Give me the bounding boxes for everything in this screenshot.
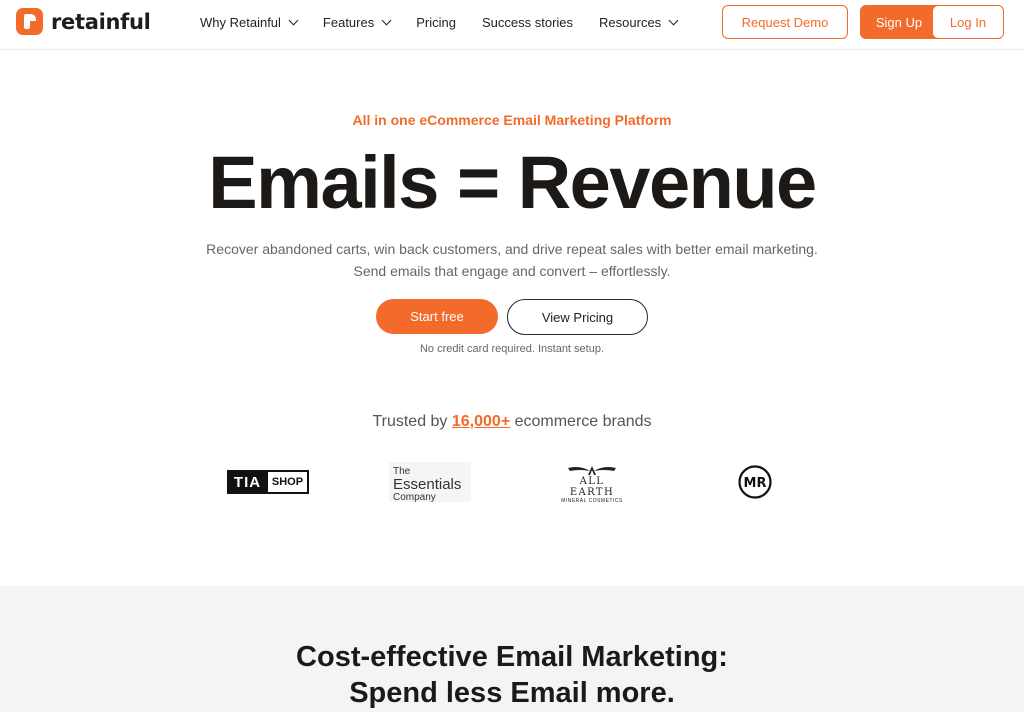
mr-monogram-text: MR	[744, 476, 767, 491]
cost-effective-section: Cost-effective Email Marketing: Spend le…	[0, 586, 1024, 712]
nav-item-label: Resources	[599, 14, 662, 30]
trusted-by-text: Trusted by 16,000+ ecommerce brands	[0, 413, 1024, 431]
hero-eyebrow: All in one eCommerce Email Marketing Pla…	[352, 112, 672, 128]
nav-item-label: Why Retainful	[200, 14, 281, 30]
no-credit-card-note: No credit card required. Instant setup.	[419, 343, 605, 355]
nav-item-resources[interactable]: Resources	[599, 14, 679, 30]
essentials-line-2: Essentials	[393, 476, 462, 493]
nav-item-why-retainful[interactable]: Why Retainful	[200, 14, 299, 30]
shop-logo-text: SHOP	[268, 470, 309, 494]
all-earth-name: ALL EARTH	[569, 476, 615, 498]
trusted-suffix: ecommerce brands	[510, 413, 652, 430]
nav-item-label: Features	[322, 14, 375, 30]
chevron-down-icon	[668, 15, 679, 25]
hero-subtitle-line-2: Send emails that engage and convert – ef…	[353, 263, 671, 279]
all-earth-tagline: MINERAL COSMETICS	[561, 498, 623, 504]
section-heading: Cost-effective Email Marketing: Spend le…	[0, 639, 1024, 711]
the-essentials-company-logo: The Essentials Company	[389, 462, 471, 503]
hero-title: Emails = Revenue	[208, 141, 817, 224]
view-pricing-button[interactable]: View Pricing	[507, 299, 648, 335]
tia-logo-text: TIA	[227, 470, 268, 494]
auth-buttons: Sign Up Log In	[860, 5, 1010, 39]
request-demo-button[interactable]: Request Demo	[722, 5, 848, 39]
tia-shop-logo: TIA SHOP	[227, 470, 309, 494]
mr-monogram-logo: MR	[738, 465, 772, 499]
sign-up-button[interactable]: Sign Up	[860, 5, 938, 39]
nav-item-label: Success stories	[481, 14, 574, 30]
top-navigation-bar: retainful Why Retainful Features Pricing…	[0, 0, 1024, 50]
retainful-logo[interactable]: retainful	[16, 8, 151, 35]
all-earth-logo: ALL EARTH MINERAL COSMETICS	[556, 464, 628, 504]
chevron-down-icon	[381, 15, 392, 25]
start-free-button[interactable]: Start free	[376, 299, 498, 334]
trusted-prefix: Trusted by	[372, 413, 452, 430]
nav-item-pricing[interactable]: Pricing	[416, 15, 456, 30]
nav-item-success-stories[interactable]: Success stories	[482, 15, 573, 30]
chevron-down-icon	[288, 15, 299, 25]
hero-cta-row: Start free View Pricing	[376, 299, 648, 335]
main-nav: Why Retainful Features Pricing Success s…	[200, 0, 703, 44]
log-in-button[interactable]: Log In	[932, 5, 1004, 39]
nav-item-features[interactable]: Features	[322, 14, 392, 30]
logo-text: retainful	[51, 9, 151, 34]
section-heading-line-2: Spend less Email more.	[349, 677, 675, 709]
hero-subtitle: Recover abandoned carts, win back custom…	[0, 238, 1024, 282]
brand-count-link[interactable]: 16,000+	[452, 413, 510, 430]
nav-item-label: Pricing	[416, 14, 456, 30]
section-heading-line-1: Cost-effective Email Marketing:	[296, 641, 728, 673]
retainful-logo-icon	[16, 8, 43, 35]
hero-subtitle-line-1: Recover abandoned carts, win back custom…	[206, 241, 818, 257]
wings-icon	[568, 466, 616, 475]
